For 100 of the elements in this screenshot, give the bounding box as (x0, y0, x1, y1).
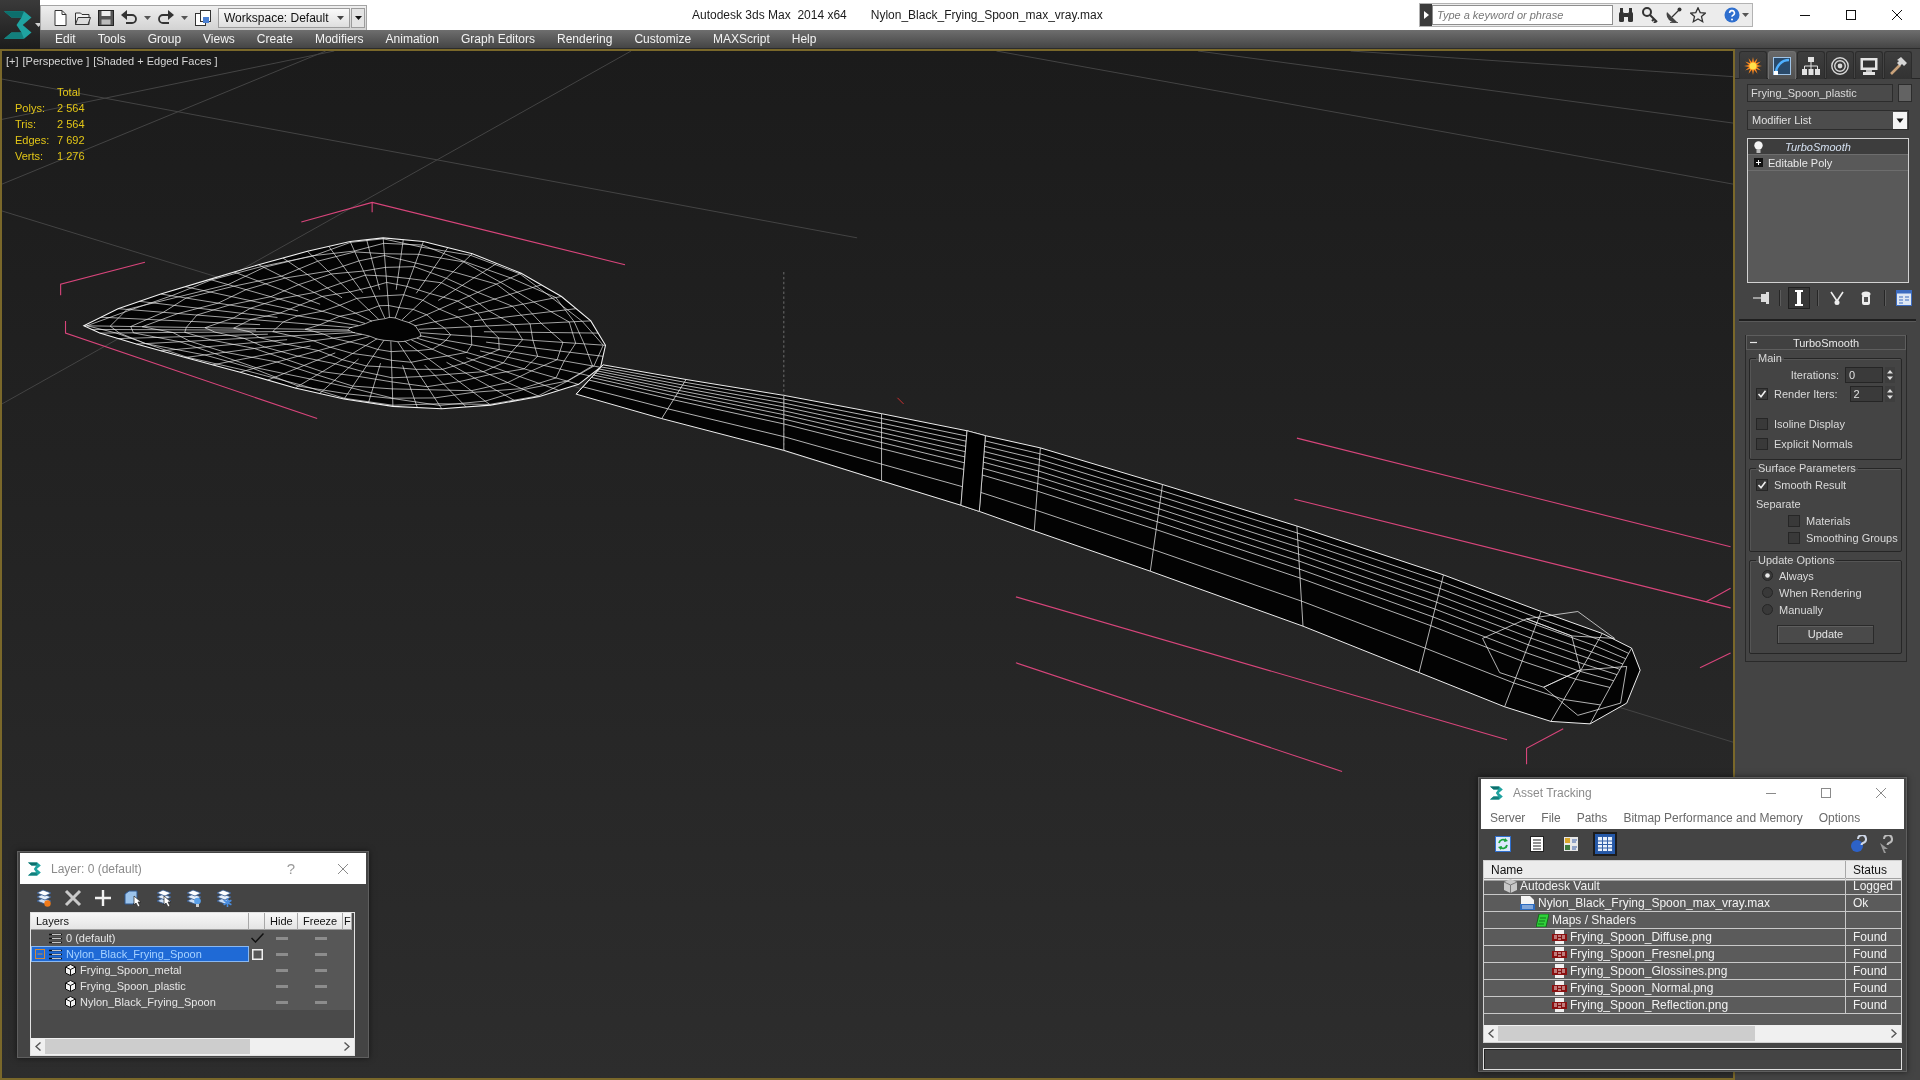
scrollbar[interactable] (1484, 1025, 1901, 1042)
configure-sets-button[interactable] (1893, 287, 1915, 309)
radio-button[interactable] (1762, 570, 1773, 581)
show-end-result-button[interactable] (1788, 287, 1810, 309)
panel-tab[interactable] (1739, 51, 1767, 79)
cross-icon[interactable] (64, 888, 82, 907)
menu-item[interactable]: File (1533, 811, 1569, 825)
caret-icon[interactable] (1893, 111, 1907, 129)
stack-item[interactable]: Editable Poly (1748, 155, 1908, 171)
search-field[interactable]: Type a keyword or phrase (1432, 5, 1613, 25)
workspace-dropdown[interactable]: Workspace: Default (218, 8, 350, 28)
menu-item[interactable]: Help (780, 30, 828, 48)
checkbox[interactable] (1756, 479, 1768, 491)
scroll-right-icon[interactable] (344, 1042, 350, 1051)
menu-item[interactable]: Animation (374, 30, 450, 48)
scrollbar[interactable] (31, 1038, 354, 1055)
asset-name[interactable]: Frying_Spoon_Glossines.png (1570, 964, 1728, 978)
panel-tab[interactable] (1797, 51, 1825, 79)
menu-item[interactable]: Tools (86, 30, 137, 48)
asset-name[interactable]: Frying_Spoon_Reflection.png (1570, 998, 1729, 1012)
checkmark-icon[interactable] (250, 933, 264, 943)
radio-button[interactable] (1762, 604, 1773, 615)
asset-name[interactable]: Frying_Spoon_Normal.png (1570, 981, 1714, 995)
binoculars-icon[interactable] (1618, 7, 1634, 23)
checkbox[interactable] (1756, 418, 1768, 430)
expand-icon[interactable] (1754, 158, 1763, 167)
stack-item[interactable]: TurboSmooth (1748, 139, 1908, 155)
spinner-field[interactable]: 0 (1845, 366, 1883, 383)
spinner-arrows-icon[interactable] (1885, 366, 1895, 383)
asset-name[interactable]: Frying_Spoon_Diffuse.png (1570, 930, 1712, 944)
asset-name[interactable]: Frying_Spoon_Fresnel.png (1570, 947, 1715, 961)
satellite-dish-icon[interactable] (1666, 7, 1682, 23)
scroll-right-icon[interactable] (1891, 1029, 1897, 1038)
page-icon[interactable] (52, 10, 68, 26)
checkbox[interactable] (1788, 514, 1800, 527)
panel-tab[interactable] (1855, 51, 1883, 79)
spinner-field[interactable]: 2 (1849, 385, 1883, 402)
menu-item[interactable]: Create (245, 30, 304, 48)
checkbox[interactable] (1788, 531, 1800, 544)
panel-tab[interactable] (1768, 51, 1796, 79)
object-name-field[interactable]: Frying_Spoon_plastic (1747, 84, 1893, 102)
star-icon[interactable] (1690, 7, 1706, 23)
checkbox[interactable] (1756, 387, 1768, 400)
scroll-left-icon[interactable] (1488, 1029, 1494, 1038)
modifier-list-dropdown[interactable]: Modifier List (1747, 110, 1909, 130)
rollout-header[interactable]: TurboSmooth (1746, 335, 1906, 350)
undo-icon[interactable] (121, 10, 137, 26)
radio-button[interactable] (1762, 587, 1773, 598)
column-header[interactable] (249, 913, 265, 930)
menu-item[interactable]: Server (1482, 811, 1534, 825)
lightbulb-icon[interactable] (1754, 140, 1763, 153)
caret-icon[interactable] (1742, 13, 1749, 17)
column-header[interactable]: Name (1484, 861, 1846, 881)
layers-star-icon[interactable] (34, 888, 52, 907)
key-icon[interactable] (1642, 7, 1658, 23)
asset-name[interactable]: Maps / Shaders (1552, 913, 1637, 927)
scrollbar-thumb[interactable] (1498, 1026, 1755, 1041)
help-icon[interactable] (1724, 7, 1740, 23)
document-stack-icon[interactable] (195, 10, 211, 26)
color-swatch-icon[interactable] (1898, 84, 1912, 102)
column-header[interactable]: F (343, 913, 352, 930)
update-button[interactable]: Update (1777, 624, 1874, 644)
menu-item[interactable]: Options (1810, 811, 1869, 825)
scrollbar-thumb[interactable] (45, 1039, 250, 1054)
menu-item[interactable]: Customize (623, 30, 703, 48)
floppy-icon[interactable] (98, 10, 114, 26)
quick-access-menu-button[interactable] (351, 8, 365, 28)
layers-lightbulb-icon[interactable] (184, 888, 202, 907)
scroll-left-icon[interactable] (35, 1042, 41, 1051)
viewport-menu-label[interactable]: [Perspective ] (22, 55, 90, 67)
help-pointer-icon[interactable] (1878, 835, 1896, 853)
table-view-button[interactable] (1593, 832, 1617, 856)
viewport-menu-label[interactable]: [Shaded + Edged Faces ] (93, 55, 218, 67)
column-header[interactable]: Status (1846, 861, 1901, 881)
plus-icon[interactable] (94, 888, 112, 907)
menu-item[interactable]: Rendering (546, 30, 624, 48)
column-header[interactable]: Freeze (298, 913, 343, 930)
panel-tab[interactable] (1826, 51, 1854, 79)
column-header[interactable]: Hide (265, 913, 298, 930)
layer-item[interactable]: Nylon_Black_Frying_Spoon (31, 946, 249, 962)
menu-item[interactable]: Graph Editors (449, 30, 546, 48)
menu-item[interactable]: Edit (44, 30, 87, 48)
panel-tab[interactable] (1884, 51, 1912, 79)
menu-item[interactable]: Views (192, 30, 246, 48)
menu-item[interactable]: MAXScript (702, 30, 781, 48)
menu-item[interactable]: Group (136, 30, 193, 48)
box-cursor-icon[interactable] (124, 888, 142, 907)
redo-icon[interactable] (158, 10, 174, 26)
menu-item[interactable]: Modifiers (303, 30, 375, 48)
checkbox[interactable] (1756, 438, 1768, 450)
help-globe-icon[interactable] (1850, 835, 1868, 853)
spinner-arrows-icon[interactable] (1885, 385, 1895, 402)
asset-name[interactable]: Autodesk Vault (1520, 879, 1600, 893)
app-menu-button[interactable] (0, 0, 40, 49)
column-header[interactable]: Layers (31, 913, 249, 930)
folder-icon[interactable] (75, 10, 91, 26)
layers-snowflake-icon[interactable] (214, 888, 232, 907)
menu-item[interactable]: Paths (1568, 811, 1616, 825)
layers-cursor-icon[interactable] (154, 888, 172, 907)
viewport-menu-label[interactable]: [+] (6, 55, 19, 67)
